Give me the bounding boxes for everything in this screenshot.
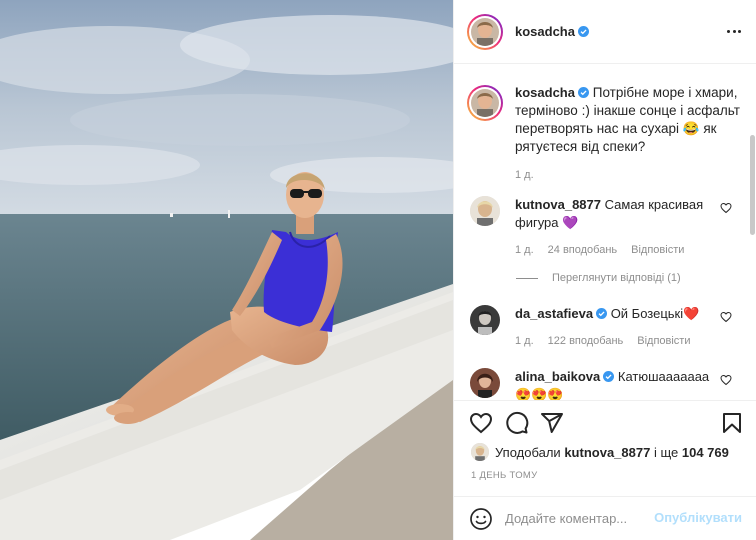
comment-meta: 1 д. 122 вподобань Відповісти (515, 332, 715, 350)
avatar-image (470, 368, 500, 398)
view-replies-button[interactable]: Переглянути відповіді (1) (516, 272, 681, 284)
caption-author-username[interactable]: kosadcha (515, 85, 575, 100)
liker-username[interactable]: kutnova_8877 (564, 445, 650, 460)
comment-content: da_astafieva Ой Бозецькі❤️ 1 д. 122 впод… (515, 305, 715, 350)
comment-content: alina_baikova Катюшааааааа 😍😍😍 (515, 368, 715, 400)
comments-scrollbar[interactable] (750, 135, 755, 235)
avatar-image (470, 196, 500, 226)
avatar-image (470, 305, 500, 335)
commenter-username[interactable]: kutnova_8877 (515, 197, 601, 212)
comment-input[interactable] (505, 511, 665, 526)
post-header: kosadcha (454, 0, 756, 64)
view-replies-label: Переглянути відповіді (1) (552, 272, 681, 284)
likes-count[interactable]: 104 769 (682, 445, 729, 460)
verified-badge-icon (603, 371, 615, 382)
commenter-avatar[interactable] (470, 196, 500, 226)
comment-text: Ой Бозецькі (610, 306, 684, 321)
bookmark-icon[interactable] (720, 411, 744, 435)
post-caption: kosadcha Потрібне море і хмари, термінов… (467, 84, 747, 184)
paper-plane-icon[interactable] (540, 411, 564, 435)
likes-prefix: Уподобали (495, 444, 561, 460)
comment-likes[interactable]: 24 вподобань (548, 241, 617, 259)
heart-icon[interactable] (469, 411, 493, 435)
verified-badge-icon (577, 87, 589, 98)
avatar-image (471, 89, 499, 117)
comment-meta: 1 д. 24 вподобань Відповісти (515, 241, 715, 259)
comment-emoji: ❤️ (683, 306, 700, 321)
comment-emoji: 💜 (562, 215, 579, 230)
caption-timestamp[interactable]: 1 д. (515, 166, 740, 184)
replies-divider (516, 277, 538, 279)
reply-button[interactable]: Відповісти (637, 332, 690, 350)
comments-list[interactable]: kosadcha Потрібне море і хмари, термінов… (454, 65, 756, 400)
smile-icon[interactable] (469, 507, 493, 531)
likes-summary: Уподобали kutnova_8877 і ще 104 769 (471, 443, 729, 461)
commenter-username[interactable]: da_astafieva (515, 306, 593, 321)
post-sidebar: kosadcha kosadcha Потрібне море і хмари,… (453, 0, 756, 540)
photo-image (0, 0, 453, 540)
comment-like-heart-icon[interactable] (720, 311, 732, 323)
post-photo[interactable] (0, 0, 453, 540)
avatar-image (471, 17, 499, 46)
comment-emoji: 😍😍😍 (515, 387, 564, 400)
avatar-image (471, 443, 489, 461)
comment-icon[interactable] (505, 411, 529, 435)
commenter-avatar[interactable] (470, 368, 500, 398)
more-icon (727, 29, 731, 33)
comment-timestamp[interactable]: 1 д. (515, 332, 534, 350)
liker-avatar[interactable] (471, 443, 489, 461)
likes-middle: і ще (653, 444, 679, 460)
publish-button[interactable]: Опублікувати (654, 510, 742, 525)
instagram-post-modal: kosadcha kosadcha Потрібне море і хмари,… (0, 0, 756, 540)
comment-timestamp[interactable]: 1 д. (515, 241, 534, 259)
comment-text: Катюшааааааа (617, 369, 710, 384)
post-date[interactable]: 1 ДЕНЬ ТОМУ (471, 470, 537, 481)
add-comment-bar: Опублікувати (454, 496, 756, 540)
author-avatar[interactable] (467, 13, 503, 50)
reply-button[interactable]: Відповісти (631, 241, 684, 259)
comment-like-heart-icon[interactable] (720, 374, 732, 386)
verified-badge-icon (577, 26, 589, 37)
author-username[interactable]: kosadcha (515, 24, 575, 39)
caption-author-avatar[interactable] (467, 85, 503, 121)
comment-content: kutnova_8877 Самая красивая фигура 💜 1 д… (515, 196, 715, 259)
post-actions: Уподобали kutnova_8877 і ще 104 769 1 ДЕ… (454, 400, 756, 496)
comment-likes[interactable]: 122 вподобань (548, 332, 624, 350)
more-options-button[interactable] (725, 22, 743, 40)
verified-badge-icon (596, 308, 608, 319)
commenter-username[interactable]: alina_baikova (515, 369, 600, 384)
commenter-avatar[interactable] (470, 305, 500, 335)
comment-like-heart-icon[interactable] (720, 202, 732, 214)
caption-text-block: kosadcha Потрібне море і хмари, термінов… (515, 84, 740, 184)
